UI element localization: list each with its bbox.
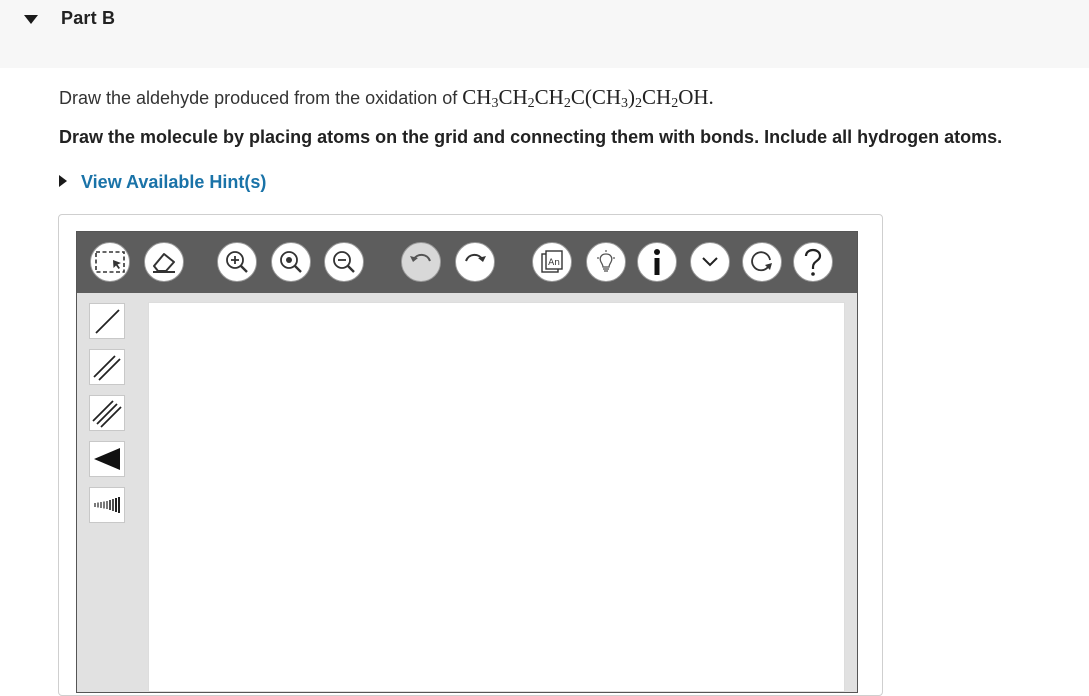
reset-button[interactable] [742, 242, 782, 282]
chemical-formula: CH3CH2CH2C(CH3)2CH2OH. [462, 85, 714, 111]
formula-subscript: 2 [527, 96, 535, 111]
wedge-bond-icon [94, 448, 120, 470]
question-prompt: Draw the aldehyde produced from the oxid… [59, 88, 458, 108]
formula-segment: ) [628, 85, 636, 109]
chevron-down-icon [702, 257, 718, 267]
formula-subscript: 2 [563, 96, 571, 111]
redo-button[interactable] [455, 242, 495, 282]
editor-toolbar: An [77, 232, 857, 293]
formula-subscript: 2 [635, 96, 643, 111]
help-button[interactable] [793, 242, 833, 282]
lightbulb-icon [597, 250, 615, 272]
double-bond-button[interactable] [89, 349, 125, 385]
undo-button[interactable] [401, 242, 441, 282]
info-button[interactable] [637, 242, 677, 282]
zoom-out-button[interactable] [324, 242, 364, 282]
help-icon [804, 248, 822, 276]
zoom-out-icon [333, 251, 355, 273]
template-button[interactable]: An [532, 242, 572, 282]
formula-segment: CH [462, 85, 492, 109]
hash-bond-button[interactable] [89, 487, 125, 523]
hash-bond-icon [94, 497, 120, 513]
select-icon [95, 251, 125, 273]
double-bond-icon [93, 355, 121, 381]
triple-bond-icon [92, 400, 122, 428]
formula-segment: CH [498, 85, 528, 109]
zoom-in-button[interactable] [217, 242, 257, 282]
single-bond-icon [95, 309, 120, 334]
redo-icon [465, 253, 486, 262]
view-hints-link[interactable]: View Available Hint(s) [59, 172, 266, 193]
formula-segment: CH [534, 85, 564, 109]
drawing-canvas[interactable] [148, 302, 845, 692]
select-button[interactable] [90, 242, 130, 282]
zoom-fit-icon [280, 251, 302, 273]
formula-subscript: 3 [621, 96, 629, 111]
question-text: Draw the aldehyde produced from the oxid… [59, 85, 714, 111]
part-title: Part B [61, 8, 116, 28]
eraser-icon [153, 253, 175, 273]
template-icon: An [541, 250, 563, 273]
expand-caret-icon [59, 175, 67, 187]
reset-icon [751, 251, 772, 272]
more-options-button[interactable] [690, 242, 730, 282]
single-bond-button[interactable] [89, 303, 125, 339]
undo-icon [410, 253, 431, 262]
collapse-arrow-icon[interactable] [24, 15, 38, 24]
formula-segment: CH [642, 85, 672, 109]
eraser-button[interactable] [144, 242, 184, 282]
zoom-in-icon [226, 251, 248, 273]
formula-segment: C(CH [570, 85, 622, 109]
triple-bond-button[interactable] [89, 395, 125, 431]
instruction-text: Draw the molecule by placing atoms on th… [59, 127, 1003, 147]
hint-bulb-button[interactable] [586, 242, 626, 282]
bond-toolbar [77, 293, 137, 692]
info-icon [654, 249, 660, 275]
template-label: An [548, 258, 560, 268]
part-header: Part B [0, 0, 1089, 68]
molecule-editor: An [76, 231, 858, 693]
formula-segment: OH. [678, 85, 714, 109]
view-hints-label: View Available Hint(s) [81, 172, 267, 192]
zoom-fit-button[interactable] [271, 242, 311, 282]
wedge-bond-button[interactable] [89, 441, 125, 477]
